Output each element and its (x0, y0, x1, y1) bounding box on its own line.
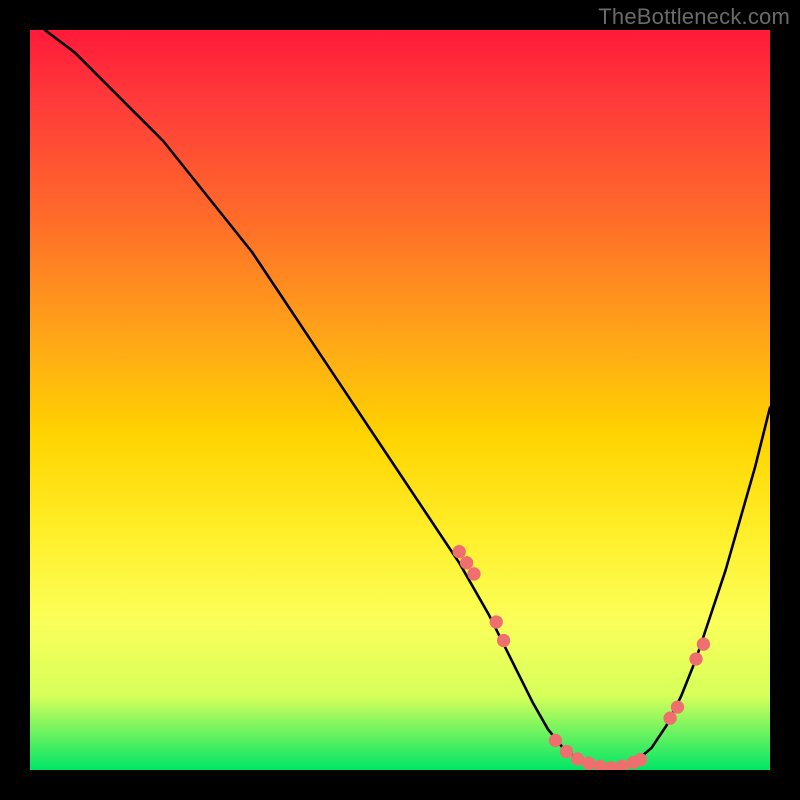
data-marker (460, 556, 473, 569)
data-marker (671, 700, 684, 713)
chart-frame: TheBottleneck.com (0, 0, 800, 800)
data-marker (453, 545, 466, 558)
bottleneck-curve (45, 30, 770, 768)
data-marker (689, 652, 702, 665)
data-marker (490, 615, 503, 628)
data-marker (497, 634, 510, 647)
watermark-text: TheBottleneck.com (598, 4, 790, 30)
data-marker (560, 745, 573, 758)
plot-area (30, 30, 770, 770)
data-marker (697, 638, 710, 651)
data-marker (549, 734, 562, 747)
data-marker (467, 567, 480, 580)
curve-group (45, 30, 770, 768)
chart-svg (30, 30, 770, 770)
markers-group (453, 545, 711, 770)
data-marker (663, 712, 676, 725)
data-marker (634, 753, 647, 766)
